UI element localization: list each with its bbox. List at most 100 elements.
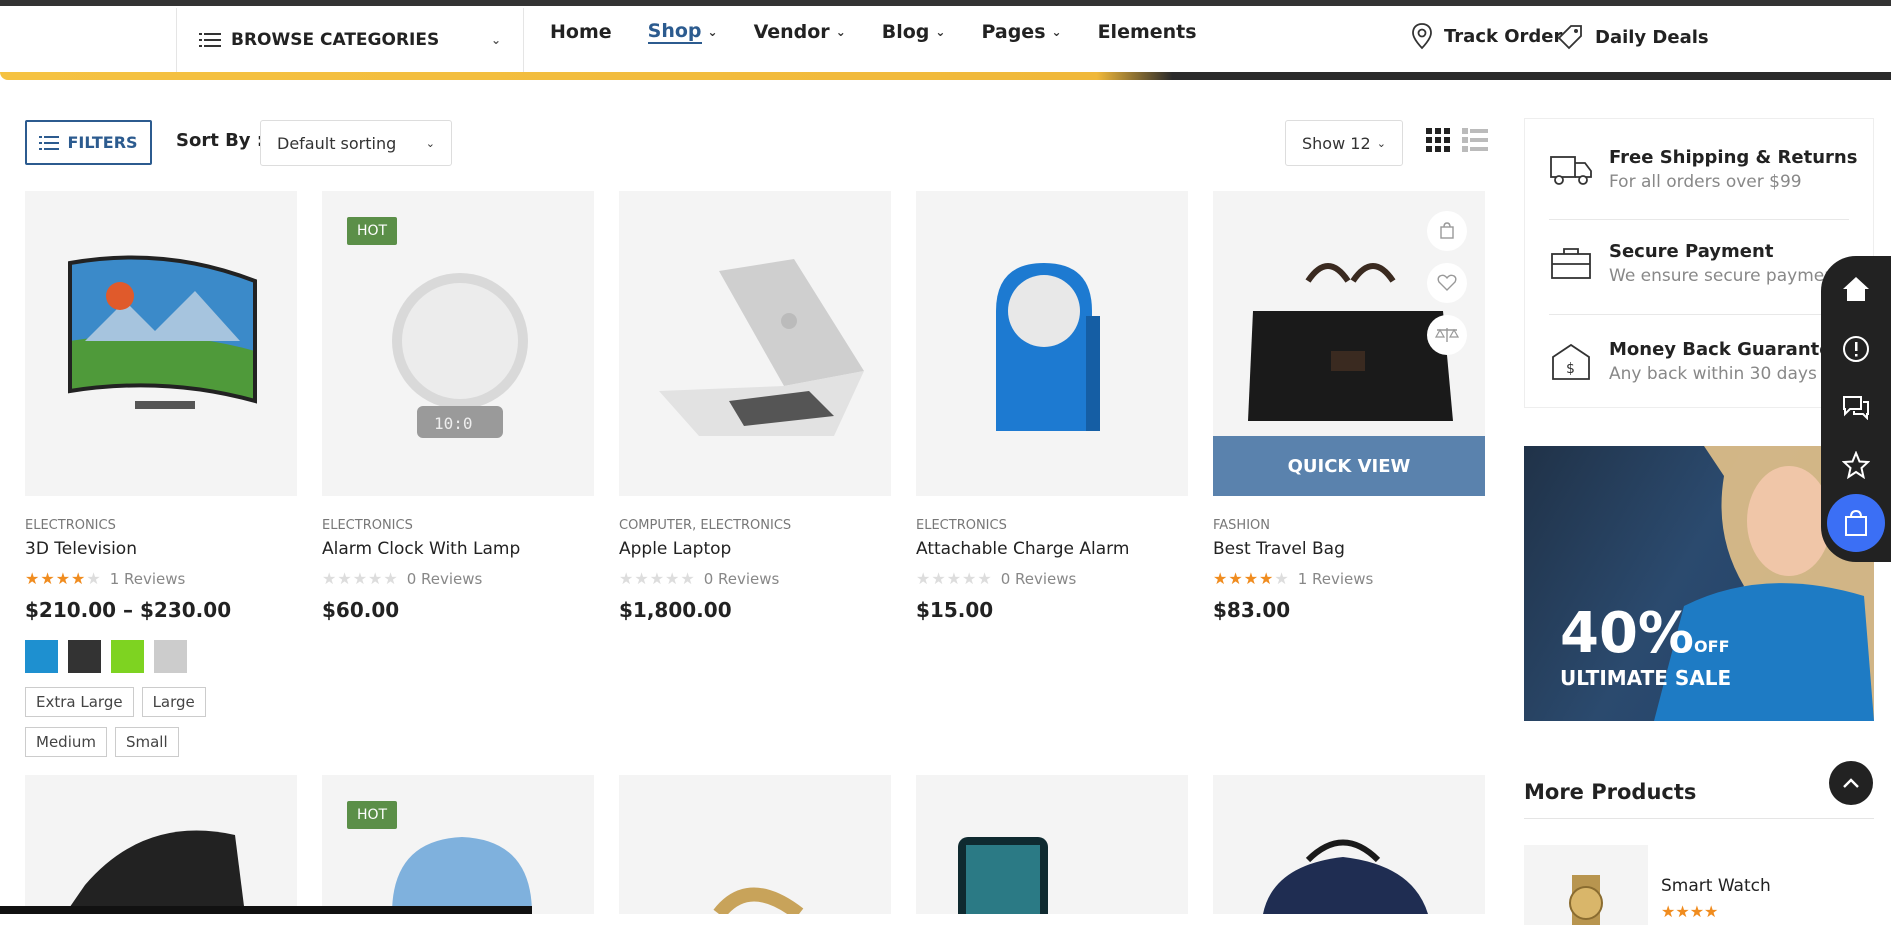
shopping-bag-icon bbox=[1845, 509, 1867, 536]
product-image[interactable]: HOT bbox=[322, 775, 594, 914]
track-order-link[interactable]: Track Order bbox=[1410, 22, 1562, 50]
filters-button[interactable]: FILTERS bbox=[25, 120, 152, 165]
map-pin-icon bbox=[1412, 23, 1432, 50]
product-category[interactable]: ELECTRONICS bbox=[916, 518, 1188, 533]
star-icons: ★★★★★ bbox=[916, 569, 993, 588]
wishlist-heart-icon[interactable] bbox=[1427, 263, 1467, 303]
home-icon[interactable] bbox=[1839, 272, 1873, 306]
product-name[interactable]: Apple Laptop bbox=[619, 539, 891, 559]
color-swatch-black[interactable] bbox=[68, 640, 101, 673]
feature-title: Free Shipping & Returns bbox=[1609, 147, 1858, 168]
color-swatch-green[interactable] bbox=[111, 640, 144, 673]
product-rating: ★★★★★ 0 Reviews bbox=[322, 569, 483, 588]
laptop-image bbox=[659, 259, 864, 436]
chevron-down-icon: ⌄ bbox=[490, 33, 501, 47]
star-icons: ★★★★★ bbox=[619, 569, 696, 588]
product-image[interactable] bbox=[1213, 775, 1485, 914]
size-option[interactable]: Small bbox=[114, 727, 179, 757]
product-rating: ★★★★★ 1 Reviews bbox=[1213, 569, 1374, 588]
product-name[interactable]: Attachable Charge Alarm bbox=[916, 539, 1188, 559]
nav-accent-strip bbox=[0, 72, 1891, 80]
menu-blog[interactable]: Blog ⌄ bbox=[882, 20, 946, 44]
product-category[interactable]: COMPUTER, ELECTRONICS bbox=[619, 518, 891, 533]
feature-sub: We ensure secure payment bbox=[1609, 266, 1842, 286]
product-card[interactable]: COMPUTER, ELECTRONICS Apple Laptop ★★★★★… bbox=[619, 191, 891, 622]
sort-select[interactable]: Default sorting ⌄ bbox=[260, 120, 452, 166]
product-name[interactable]: 3D Television bbox=[25, 539, 297, 559]
duffel-bag-image bbox=[1263, 839, 1428, 914]
chevron-down-icon: ⌄ bbox=[835, 25, 846, 39]
watch-image bbox=[1569, 875, 1603, 925]
chevron-down-icon: ⌄ bbox=[425, 136, 435, 150]
product-image[interactable] bbox=[25, 191, 297, 496]
show-count-select[interactable]: Show 12 ⌄ bbox=[1285, 120, 1403, 166]
filters-label: FILTERS bbox=[67, 133, 138, 152]
info-icon[interactable] bbox=[1839, 332, 1873, 366]
grid-view-icon[interactable] bbox=[1426, 128, 1450, 152]
daily-deals-label: Daily Deals bbox=[1595, 26, 1709, 48]
divider bbox=[1524, 818, 1874, 819]
product-category[interactable]: FASHION bbox=[1213, 518, 1485, 533]
list-icon bbox=[39, 135, 60, 150]
product-price: $15.00 bbox=[916, 598, 994, 622]
product-category[interactable]: ELECTRONICS bbox=[322, 518, 594, 533]
primary-menu: Home Shop ⌄ Vendor ⌄ Blog ⌄ Pages ⌄ Elements bbox=[550, 20, 1233, 44]
track-order-label: Track Order bbox=[1444, 25, 1563, 47]
product-image[interactable] bbox=[916, 191, 1188, 496]
chevron-down-icon: ⌄ bbox=[1376, 136, 1386, 150]
money-back-icon: $ bbox=[1552, 343, 1590, 380]
product-name[interactable]: Best Travel Bag bbox=[1213, 539, 1485, 559]
product-card[interactable]: HOT 10:0 ELECTRONICS Alarm Clock With La… bbox=[322, 191, 594, 622]
product-image[interactable] bbox=[25, 775, 297, 914]
charge-alarm-image bbox=[996, 263, 1100, 431]
product-name[interactable]: Alarm Clock With Lamp bbox=[322, 539, 594, 559]
chevron-down-icon: ⌄ bbox=[1051, 25, 1062, 39]
scroll-to-top-button[interactable] bbox=[1829, 761, 1873, 805]
menu-home[interactable]: Home bbox=[550, 20, 612, 44]
product-price: $210.00 – $230.00 bbox=[25, 598, 232, 622]
feature-sub: For all orders over $99 bbox=[1609, 172, 1802, 192]
product-image[interactable] bbox=[619, 191, 891, 496]
add-to-cart-icon[interactable] bbox=[1427, 211, 1467, 251]
chevron-down-icon: ⌄ bbox=[935, 25, 946, 39]
product-card[interactable]: QUICK VIEW FASHION Best Travel Bag ★★★★★… bbox=[1213, 191, 1485, 622]
product-card[interactable]: ELECTRONICS 3D Television ★★★★★ 1 Reviews… bbox=[25, 191, 297, 757]
product-rating: ★★★★★ 1 Reviews bbox=[25, 569, 186, 588]
size-option[interactable]: Extra Large bbox=[25, 687, 134, 717]
quick-view-button[interactable]: QUICK VIEW bbox=[1213, 436, 1485, 496]
product-price: $1,800.00 bbox=[619, 598, 732, 622]
menu-elements[interactable]: Elements bbox=[1098, 20, 1197, 44]
more-product-name[interactable]: Smart Watch bbox=[1661, 876, 1771, 896]
product-image[interactable]: QUICK VIEW bbox=[1213, 191, 1485, 496]
product-image[interactable] bbox=[619, 775, 891, 914]
daily-deals-link[interactable]: Daily Deals bbox=[1555, 22, 1709, 52]
menu-pages[interactable]: Pages ⌄ bbox=[981, 20, 1061, 44]
star-icon[interactable] bbox=[1839, 448, 1873, 482]
truck-icon bbox=[1550, 156, 1592, 185]
product-image[interactable] bbox=[916, 775, 1188, 914]
sort-value: Default sorting bbox=[277, 133, 397, 153]
product-price: $60.00 bbox=[322, 598, 400, 622]
product-image[interactable]: HOT 10:0 bbox=[322, 191, 594, 496]
feature-money-back: $ Money Back Guarantee Any back within 30… bbox=[1549, 339, 1844, 384]
list-icon bbox=[199, 33, 221, 47]
compare-scale-icon[interactable] bbox=[1427, 315, 1467, 355]
color-swatch-gray[interactable] bbox=[154, 640, 187, 673]
more-product-image[interactable] bbox=[1524, 845, 1648, 925]
product-category[interactable]: ELECTRONICS bbox=[25, 518, 297, 533]
banner-discount: 40%OFF bbox=[1560, 601, 1730, 666]
list-view-icon[interactable] bbox=[1462, 128, 1488, 152]
menu-vendor[interactable]: Vendor ⌄ bbox=[754, 20, 846, 44]
feature-title: Money Back Guarantee bbox=[1609, 339, 1844, 360]
product-card[interactable]: ELECTRONICS Attachable Charge Alarm ★★★★… bbox=[916, 191, 1188, 622]
size-option[interactable]: Medium bbox=[25, 727, 107, 757]
menu-shop[interactable]: Shop ⌄ bbox=[647, 20, 718, 44]
cart-button[interactable] bbox=[1827, 494, 1885, 552]
browse-categories-button[interactable]: BROWSE CATEGORIES ⌄ bbox=[176, 8, 524, 72]
chat-icon[interactable] bbox=[1839, 390, 1873, 424]
tag-icon bbox=[1557, 25, 1582, 50]
color-swatch-blue[interactable] bbox=[25, 640, 58, 673]
chevron-down-icon: ⌄ bbox=[707, 25, 718, 39]
size-option[interactable]: Large bbox=[141, 687, 206, 717]
sort-by-label: Sort By : bbox=[176, 130, 264, 151]
